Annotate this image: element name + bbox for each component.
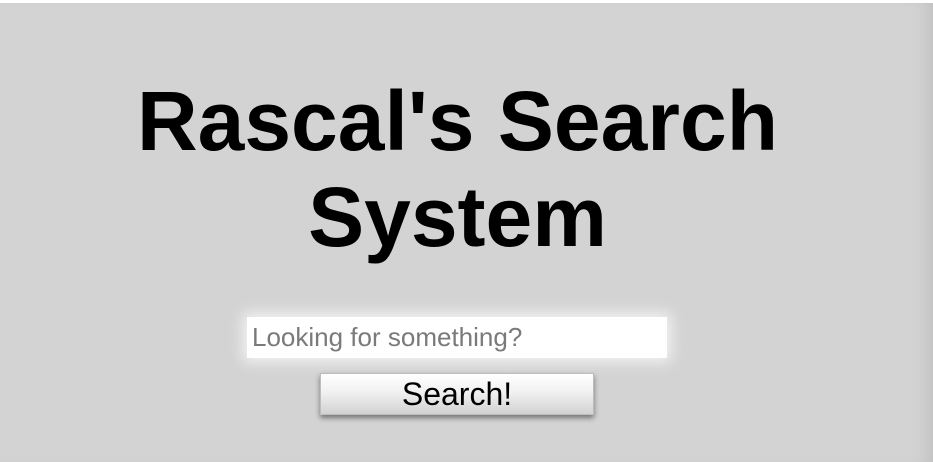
search-input[interactable] — [247, 317, 667, 358]
page-title: Rascal's Search System — [136, 74, 779, 264]
search-button[interactable]: Search! — [320, 373, 594, 415]
page-background: Rascal's Search System Search! — [0, 3, 933, 462]
